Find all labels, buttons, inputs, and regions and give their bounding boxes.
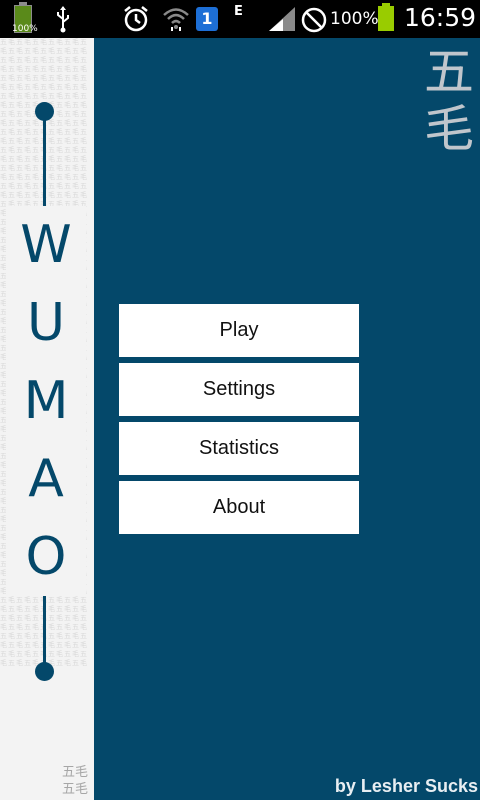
title-letter: A bbox=[6, 440, 86, 518]
title-letter: U bbox=[6, 284, 86, 362]
title-letter: M bbox=[6, 362, 86, 440]
usb-icon bbox=[57, 6, 69, 33]
alarm-icon bbox=[124, 6, 148, 32]
author-credit: by Lesher Sucks bbox=[334, 776, 478, 796]
brand-char: 毛 bbox=[424, 100, 474, 158]
strip-tag: 五毛 五毛 bbox=[62, 764, 88, 798]
title-letter: O bbox=[6, 518, 86, 596]
main-menu: Play Settings Statistics About bbox=[119, 304, 359, 540]
strip-tag-line: 五毛 bbox=[62, 765, 89, 780]
battery-icon bbox=[378, 3, 394, 31]
settings-button[interactable]: Settings bbox=[119, 363, 359, 416]
strip-tag-line: 五毛 bbox=[62, 782, 89, 797]
logo-dot-bottom bbox=[35, 662, 54, 681]
statistics-button[interactable]: Statistics bbox=[119, 422, 359, 475]
about-button[interactable]: About bbox=[119, 481, 359, 534]
brand-char: 五 bbox=[424, 43, 474, 101]
no-sign-icon bbox=[301, 7, 327, 33]
logo-dot-top bbox=[35, 102, 54, 121]
brand-logo-chars: 五 毛 bbox=[420, 44, 478, 158]
sim-icon: 1 bbox=[196, 7, 218, 31]
signal-icon bbox=[269, 7, 295, 31]
network-type-label: E bbox=[234, 4, 243, 19]
logo-strip: 五毛五毛五毛五毛五毛五毛五毛五毛五毛五毛五毛五毛五毛五毛五毛五毛五毛五毛五毛五毛… bbox=[0, 38, 94, 800]
clock: 16:59 bbox=[404, 3, 477, 32]
title-letter: W bbox=[6, 206, 86, 284]
play-button[interactable]: Play bbox=[119, 304, 359, 357]
battery-percent-label: 100% bbox=[330, 9, 379, 29]
app-title-vertical: W U M A O bbox=[6, 206, 86, 596]
battery-level-label: 100% bbox=[12, 24, 38, 34]
wifi-icon bbox=[163, 8, 189, 31]
status-bar: 100% 1 E 100% 16:59 bbox=[0, 0, 480, 38]
